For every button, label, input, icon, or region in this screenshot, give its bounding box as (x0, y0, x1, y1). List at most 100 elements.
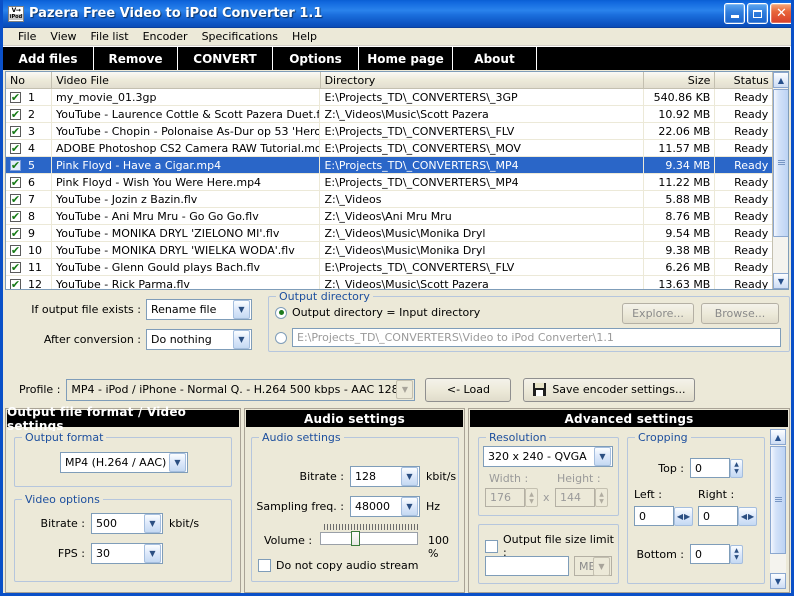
menu-item-file-list[interactable]: File list (84, 29, 136, 44)
row-checkbox[interactable]: ✔ (10, 244, 21, 256)
crop-right-spinner-icon[interactable]: ◀ ▶ (738, 506, 757, 526)
options-button[interactable]: Options (273, 47, 359, 70)
table-row[interactable]: ✔ 6 Pink Floyd - Wish You Were Here.mp4 E:\… (6, 174, 788, 191)
menu-item-encoder[interactable]: Encoder (136, 29, 195, 44)
crop-bottom-stepper[interactable]: 0 ▲ ▼ (690, 544, 743, 564)
crop-right-input[interactable]: 0 (698, 506, 738, 526)
table-row[interactable]: ✔ 9 YouTube - MONIKA DRYL 'ZIELONO MI'.flv… (6, 225, 788, 242)
size-unit-select[interactable]: MB ▼ (574, 556, 612, 576)
menu-item-view[interactable]: View (43, 29, 83, 44)
profile-select[interactable]: MP4 - iPod / iPhone - Normal Q. - H.264 … (66, 378, 416, 401)
load-profile-button[interactable]: <- Load (425, 377, 512, 402)
explore-button[interactable]: Explore... (622, 303, 694, 324)
after-conversion-select[interactable]: Do nothing ▼ (146, 329, 252, 350)
row-checkbox[interactable]: ✔ (10, 261, 21, 273)
height-input[interactable]: 144 (555, 488, 595, 507)
crop-bottom-spinner-icon[interactable]: ▲ ▼ (730, 544, 743, 564)
row-checkbox[interactable]: ✔ (10, 108, 21, 120)
menu-item-specifications[interactable]: Specifications (195, 29, 285, 44)
table-row[interactable]: ✔ 8 YouTube - Ani Mru Mru - Go Go Go.flv Z:… (6, 208, 788, 225)
table-row[interactable]: ✔ 10 YouTube - MONIKA DRYL 'WIELKA WODA'.f… (6, 242, 788, 259)
table-row[interactable]: ✔ 2 YouTube - Laurence Cottle & Scott Paze… (6, 106, 788, 123)
cell-dir: Z:\_Videos (320, 191, 644, 207)
menu-item-file[interactable]: File (11, 29, 43, 44)
file-list-scrollbar[interactable]: ▲ ▼ (772, 72, 788, 289)
file-list[interactable]: No Video File Directory Size Status ✔ 1 my… (5, 71, 789, 290)
browse-button[interactable]: Browse... (701, 303, 779, 324)
crop-top-input[interactable]: 0 (690, 458, 730, 478)
crop-bottom-input[interactable]: 0 (690, 544, 730, 564)
home-page-button[interactable]: Home page (359, 47, 453, 70)
volume-slider[interactable] (320, 531, 418, 546)
adv-scroll-up-icon[interactable]: ▲ (770, 429, 786, 445)
row-checkbox[interactable]: ✔ (10, 193, 21, 205)
crop-top-label: Top : (658, 462, 684, 475)
table-row[interactable]: ✔ 3 YouTube - Chopin - Polonaise As-Dur op… (6, 123, 788, 140)
table-row[interactable]: ✔ 1 my_movie_01.3gp E:\Projects_TD\_CONVERT… (6, 89, 788, 106)
crop-top-spinner-icon[interactable]: ▲ ▼ (730, 458, 743, 478)
size-limit-group: Output file size limit : MB ▼ (478, 524, 619, 584)
row-checkbox[interactable]: ✔ (10, 278, 21, 289)
width-spinner-icon[interactable]: ▲ ▼ (525, 488, 538, 507)
row-checkbox[interactable]: ✔ (10, 176, 21, 188)
column-header-directory[interactable]: Directory (321, 72, 644, 88)
convert-button[interactable]: CONVERT (178, 47, 273, 70)
close-button[interactable]: ✕ (770, 3, 791, 24)
scroll-up-icon[interactable]: ▲ (773, 72, 788, 88)
table-row[interactable]: ✔ 5 Pink Floyd - Have a Cigar.mp4 E:\Projec… (6, 157, 788, 174)
volume-slider-thumb[interactable] (351, 531, 360, 546)
crop-left-spinner-icon[interactable]: ◀ ▶ (674, 506, 693, 526)
crop-left-input[interactable]: 0 (634, 506, 674, 526)
width-input[interactable]: 176 (485, 488, 525, 507)
row-number: 12 (28, 277, 42, 290)
row-checkbox[interactable]: ✔ (10, 210, 21, 222)
scrollbar-thumb[interactable] (773, 89, 788, 237)
table-row[interactable]: ✔ 4 ADOBE Photoshop CS2 Camera RAW Tutoria… (6, 140, 788, 157)
column-header-no[interactable]: No (6, 72, 53, 88)
adv-scroll-down-icon[interactable]: ▼ (770, 573, 786, 589)
height-stepper[interactable]: 144 ▲ ▼ (555, 488, 608, 507)
size-limit-input[interactable] (485, 556, 569, 576)
radio-same-as-input-icon[interactable] (275, 306, 287, 319)
table-row[interactable]: ✔ 12 YouTube - Rick Parma.flv Z:\_Videos\Mu… (6, 276, 788, 290)
height-spinner-icon[interactable]: ▲ ▼ (595, 488, 608, 507)
row-checkbox[interactable]: ✔ (10, 142, 21, 154)
scroll-down-icon[interactable]: ▼ (773, 273, 788, 289)
output-dir-same-radio-row[interactable]: Output directory = Input directory (275, 306, 480, 319)
audio-bitrate-select[interactable]: 128 ▼ (350, 466, 420, 487)
radio-custom-dir-icon[interactable] (275, 331, 287, 344)
save-encoder-settings-button[interactable]: Save encoder settings... (523, 377, 696, 402)
table-row[interactable]: ✔ 11 YouTube - Glenn Gould plays Bach.flv E… (6, 259, 788, 276)
crop-right-stepper[interactable]: 0 ◀ ▶ (698, 506, 757, 526)
table-row[interactable]: ✔ 7 YouTube - Jozin z Bazin.flv Z:\_Videos 5… (6, 191, 788, 208)
menu-item-help[interactable]: Help (285, 29, 324, 44)
sampling-freq-select[interactable]: 48000 ▼ (350, 496, 420, 517)
no-audio-checkbox-row[interactable]: Do not copy audio stream (258, 559, 419, 572)
row-checkbox[interactable]: ✔ (10, 159, 21, 171)
add-files-button[interactable]: Add files (3, 47, 94, 70)
if-output-exists-select[interactable]: Rename file ▼ (146, 299, 252, 320)
output-format-select[interactable]: MP4 (H.264 / AAC) ▼ (60, 452, 188, 473)
fps-select[interactable]: 30 ▼ (91, 543, 163, 564)
crop-top-stepper[interactable]: 0 ▲ ▼ (690, 458, 743, 478)
video-bitrate-select[interactable]: 500 ▼ (91, 513, 163, 534)
adv-scrollbar-thumb[interactable] (770, 446, 786, 554)
minimize-button[interactable] (724, 3, 745, 24)
advanced-panel-scrollbar[interactable]: ▲ ▼ (770, 429, 786, 589)
output-dir-custom-row[interactable]: E:\Projects_TD\_CONVERTERS\Video to iPod… (275, 328, 785, 347)
row-checkbox[interactable]: ✔ (10, 125, 21, 137)
column-header-video-file[interactable]: Video File (52, 72, 321, 88)
width-stepper[interactable]: 176 ▲ ▼ (485, 488, 538, 507)
size-limit-checkbox[interactable] (485, 539, 498, 553)
resolution-select[interactable]: 320 x 240 - QVGA ▼ (483, 446, 613, 467)
row-checkbox[interactable]: ✔ (10, 227, 21, 239)
column-header-size[interactable]: Size (644, 72, 716, 88)
crop-left-stepper[interactable]: 0 ◀ ▶ (634, 506, 693, 526)
no-audio-checkbox[interactable] (258, 559, 271, 572)
row-checkbox[interactable]: ✔ (10, 91, 21, 103)
custom-output-dir-input[interactable]: E:\Projects_TD\_CONVERTERS\Video to iPod… (292, 328, 781, 347)
remove-button[interactable]: Remove (94, 47, 178, 70)
about-button[interactable]: About (453, 47, 537, 70)
output-format-caption: Output format (22, 431, 107, 444)
maximize-button[interactable] (747, 3, 768, 24)
